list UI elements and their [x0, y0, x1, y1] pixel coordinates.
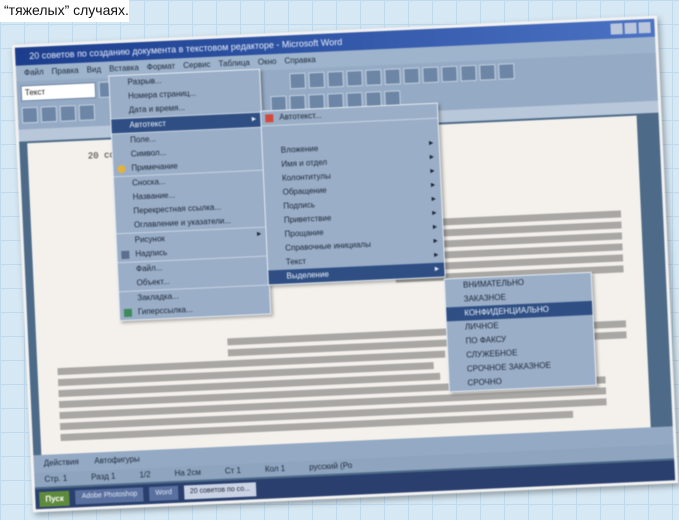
- status-language: русский (Ро: [308, 460, 353, 472]
- submenu-arrow-icon: ►: [430, 195, 438, 204]
- menu-file[interactable]: Файл: [24, 64, 44, 81]
- justify-button[interactable]: [403, 67, 420, 85]
- submenu-arrow-icon: ►: [431, 237, 440, 246]
- status-position: На 2см: [174, 467, 202, 478]
- submenu-arrow-icon: ►: [432, 251, 440, 260]
- status-line: Ст 1: [224, 465, 242, 476]
- submenu-arrow-icon: ►: [428, 167, 437, 176]
- border-button[interactable]: [460, 64, 477, 82]
- new-document-icon[interactable]: [21, 106, 39, 124]
- menu-item-label: Обращение: [282, 185, 327, 197]
- start-button[interactable]: Пуск: [39, 490, 71, 507]
- menu-item-label: Рисунок: [134, 234, 166, 245]
- underline-button[interactable]: [327, 70, 344, 88]
- menu-item-label: Гиперссылка...: [137, 304, 193, 317]
- comment-icon: [117, 164, 126, 174]
- submenu-arrow-icon: ►: [430, 209, 438, 218]
- numbering-button[interactable]: [422, 66, 439, 84]
- status-column: Кол 1: [264, 463, 286, 474]
- maximize-button[interactable]: [624, 22, 637, 35]
- menu-item-label: Надпись: [135, 248, 168, 259]
- status-page-count: 1/2: [139, 470, 151, 480]
- window-controls: [610, 21, 651, 35]
- autotext-submenu: Автотекст... Вложение ► Имя и отдел ► Коло…: [259, 102, 446, 286]
- menu-item-label: Автотекст: [129, 118, 167, 130]
- menu-item-label: Текст: [285, 256, 307, 267]
- screenshot-photo: 20 советов по созданию документа в текст…: [11, 15, 679, 513]
- submenu-arrow-icon: ►: [428, 153, 436, 162]
- submenu-arrow-icon: ►: [255, 230, 263, 239]
- taskbar-item-photoshop[interactable]: Adobe Photoshop: [75, 487, 144, 505]
- align-right-button[interactable]: [384, 68, 401, 86]
- text-box-icon: [121, 250, 130, 260]
- submenu-arrow-icon: ►: [431, 223, 439, 232]
- autotext-icon: [265, 114, 274, 123]
- draw-menu[interactable]: Действия: [44, 457, 79, 468]
- taskbar-item-word[interactable]: Word: [149, 485, 179, 502]
- menu-item-label: Имя и отдел: [281, 157, 328, 169]
- font-color-button[interactable]: [498, 63, 515, 80]
- style-select[interactable]: Текст: [20, 82, 97, 102]
- save-icon[interactable]: [59, 105, 77, 122]
- align-center-button[interactable]: [365, 69, 382, 86]
- submenu-arrow-icon: ►: [250, 115, 258, 124]
- menu-item-label: Выделение: [286, 269, 330, 281]
- bullets-button[interactable]: [441, 65, 458, 83]
- status-page: Стр. 1: [44, 473, 68, 484]
- submenu-arrow-icon: ►: [433, 265, 441, 273]
- highlight-button[interactable]: [479, 63, 496, 81]
- submenu-arrow-icon: ►: [427, 139, 435, 148]
- hyperlink-icon: [123, 308, 133, 318]
- minimize-button[interactable]: [610, 23, 623, 35]
- menu-item-label: Колонтитулы: [281, 171, 331, 183]
- highlight-submenu: ВНИМАТЕЛЬНО ЗАКАЗНОЕ КОНФИДЕНЦИАЛЬНО ЛИЧ…: [443, 271, 597, 393]
- bold-button[interactable]: [289, 72, 307, 90]
- menu-item-label: Подпись: [283, 200, 316, 211]
- menu-window[interactable]: Окно: [258, 54, 277, 71]
- insert-menu: Разрыв... Номера страниц... Дата и время…: [108, 68, 272, 322]
- menu-item-label: Приветствие: [283, 213, 332, 225]
- taskbar-item-document[interactable]: 20 советов по со...: [183, 482, 257, 500]
- menu-item-label: Прощание: [284, 227, 324, 239]
- caption-text: “тяжелых” случаях.: [0, 0, 129, 22]
- close-button[interactable]: [638, 21, 651, 34]
- print-icon[interactable]: [78, 104, 96, 121]
- menu-item-label: Вложение: [280, 144, 319, 155]
- menu-item-label: Справочные инициалы: [285, 239, 372, 253]
- open-folder-icon[interactable]: [40, 105, 58, 123]
- menu-view[interactable]: Вид: [86, 62, 101, 79]
- menu-item-label: Автотекст...: [279, 110, 322, 122]
- italic-button[interactable]: [308, 71, 325, 89]
- status-section: Разд 1: [91, 471, 116, 482]
- menu-edit[interactable]: Правка: [51, 63, 79, 80]
- autoshapes-menu[interactable]: Автофигуры: [94, 455, 140, 466]
- menu-help[interactable]: Справка: [284, 52, 316, 69]
- align-left-button[interactable]: [346, 70, 363, 87]
- menu-item-label: Примечание: [131, 161, 178, 173]
- submenu-arrow-icon: ►: [429, 181, 437, 190]
